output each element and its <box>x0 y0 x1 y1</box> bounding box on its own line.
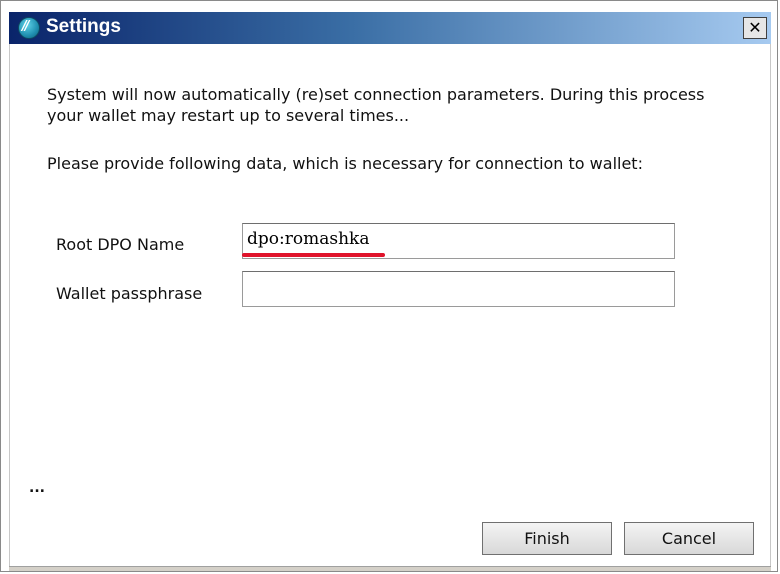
settings-dialog: Settings ✕ System will now automatically… <box>0 0 778 572</box>
highlight-underline <box>242 253 385 257</box>
status-ellipsis: ... <box>29 480 45 496</box>
prompt-message: Please provide following data, which is … <box>47 154 643 173</box>
cancel-button[interactable]: Cancel <box>624 522 754 555</box>
wallet-passphrase-label: Wallet passphrase <box>56 284 203 303</box>
finish-button[interactable]: Finish <box>482 522 612 555</box>
intro-message: System will now automatically (re)set co… <box>47 85 705 125</box>
window-title: Settings <box>46 16 121 37</box>
app-logo-icon <box>18 17 40 39</box>
root-dpo-label: Root DPO Name <box>56 235 185 254</box>
close-button[interactable]: ✕ <box>743 17 767 39</box>
dialog-body: System will now automatically (re)set co… <box>9 44 771 566</box>
title-bar[interactable]: Settings ✕ <box>9 12 771 44</box>
root-dpo-name-value: dpo:romashka <box>247 229 370 249</box>
window-bottom-edge <box>9 566 771 571</box>
wallet-passphrase-input[interactable] <box>242 271 675 307</box>
close-icon: ✕ <box>748 18 762 37</box>
